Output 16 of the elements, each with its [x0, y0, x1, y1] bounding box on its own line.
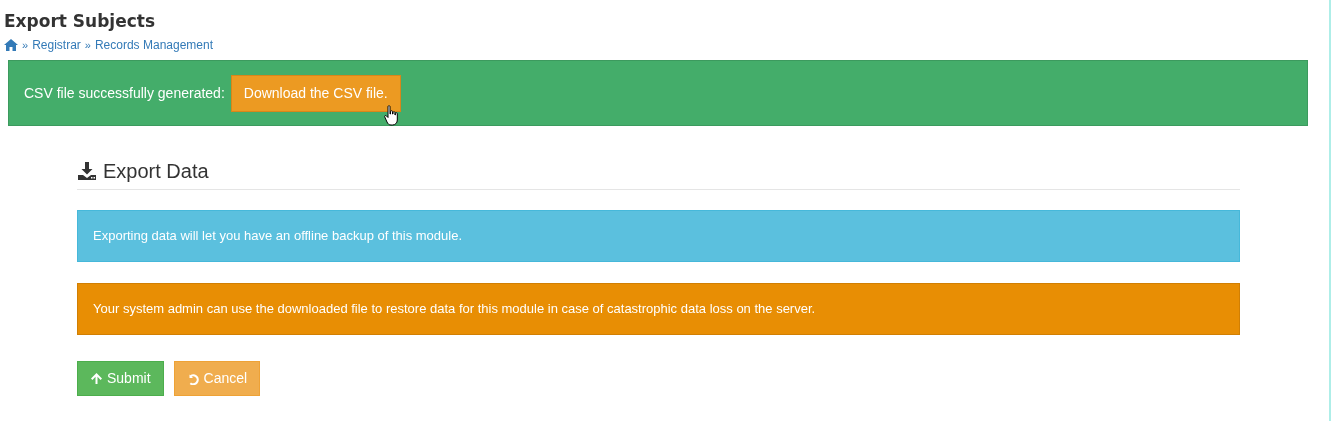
breadcrumb-separator: »: [84, 37, 91, 53]
breadcrumb-separator: »: [22, 37, 29, 53]
breadcrumb-link[interactable]: Records Management: [94, 36, 213, 54]
success-message: CSV file successfully generated:: [24, 83, 225, 103]
submit-button[interactable]: Submit: [77, 361, 164, 396]
info-alert: Exporting data will let you have an offline backup of this module.: [77, 210, 1240, 262]
home-icon[interactable]: [4, 39, 18, 51]
download-icon: [77, 161, 97, 181]
warning-alert: Your system admin can use the downloaded file to restore data for this module in case of catastrophic data loss on the server.: [77, 283, 1240, 335]
page-title: Export Subjects: [3, 10, 157, 32]
section-title: Export Data: [103, 159, 209, 184]
hand-cursor-icon: [384, 105, 400, 127]
breadcrumb-link[interactable]: Registrar: [32, 36, 81, 54]
cancel-button[interactable]: Cancel: [173, 361, 261, 396]
arrow-up-icon: [90, 372, 103, 385]
download-button[interactable]: Download the CSV file.: [230, 74, 401, 112]
